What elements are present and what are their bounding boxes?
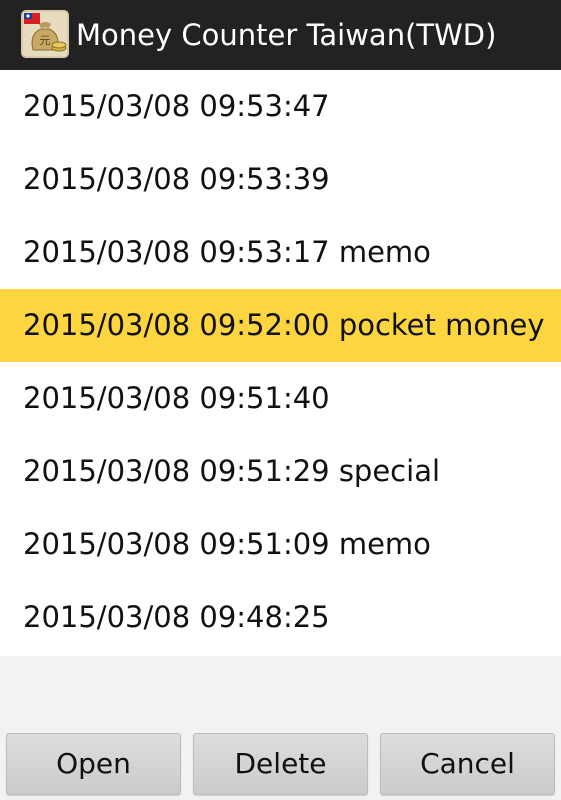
window-title: Money Counter Taiwan(TWD): [76, 18, 497, 52]
open-button[interactable]: Open: [6, 733, 181, 795]
list-item[interactable]: 2015/03/08 09:51:40: [0, 362, 561, 435]
title-bar: 元 Money Counter Taiwan(TWD): [0, 0, 561, 70]
money-bag-app-icon: 元: [21, 10, 69, 58]
svg-text:元: 元: [40, 34, 51, 47]
list-item[interactable]: 2015/03/08 09:48:25: [0, 581, 561, 654]
app-window: 元 Money Counter Taiwan(TWD) 2015/03/08 0…: [0, 0, 561, 800]
list-item[interactable]: 2015/03/08 09:51:29 special: [0, 435, 561, 508]
delete-button[interactable]: Delete: [193, 733, 368, 795]
list-item[interactable]: 2015/03/08 09:53:17 memo: [0, 216, 561, 289]
list-item[interactable]: 2015/03/08 09:53:47: [0, 70, 561, 143]
cancel-button[interactable]: Cancel: [380, 733, 555, 795]
list-item[interactable]: 2015/03/08 09:53:39: [0, 143, 561, 216]
list-item-selected[interactable]: 2015/03/08 09:52:00 pocket money: [0, 289, 561, 362]
record-list[interactable]: 2015/03/08 09:53:47 2015/03/08 09:53:39 …: [0, 70, 561, 656]
list-item[interactable]: 2015/03/08 09:51:09 memo: [0, 508, 561, 581]
